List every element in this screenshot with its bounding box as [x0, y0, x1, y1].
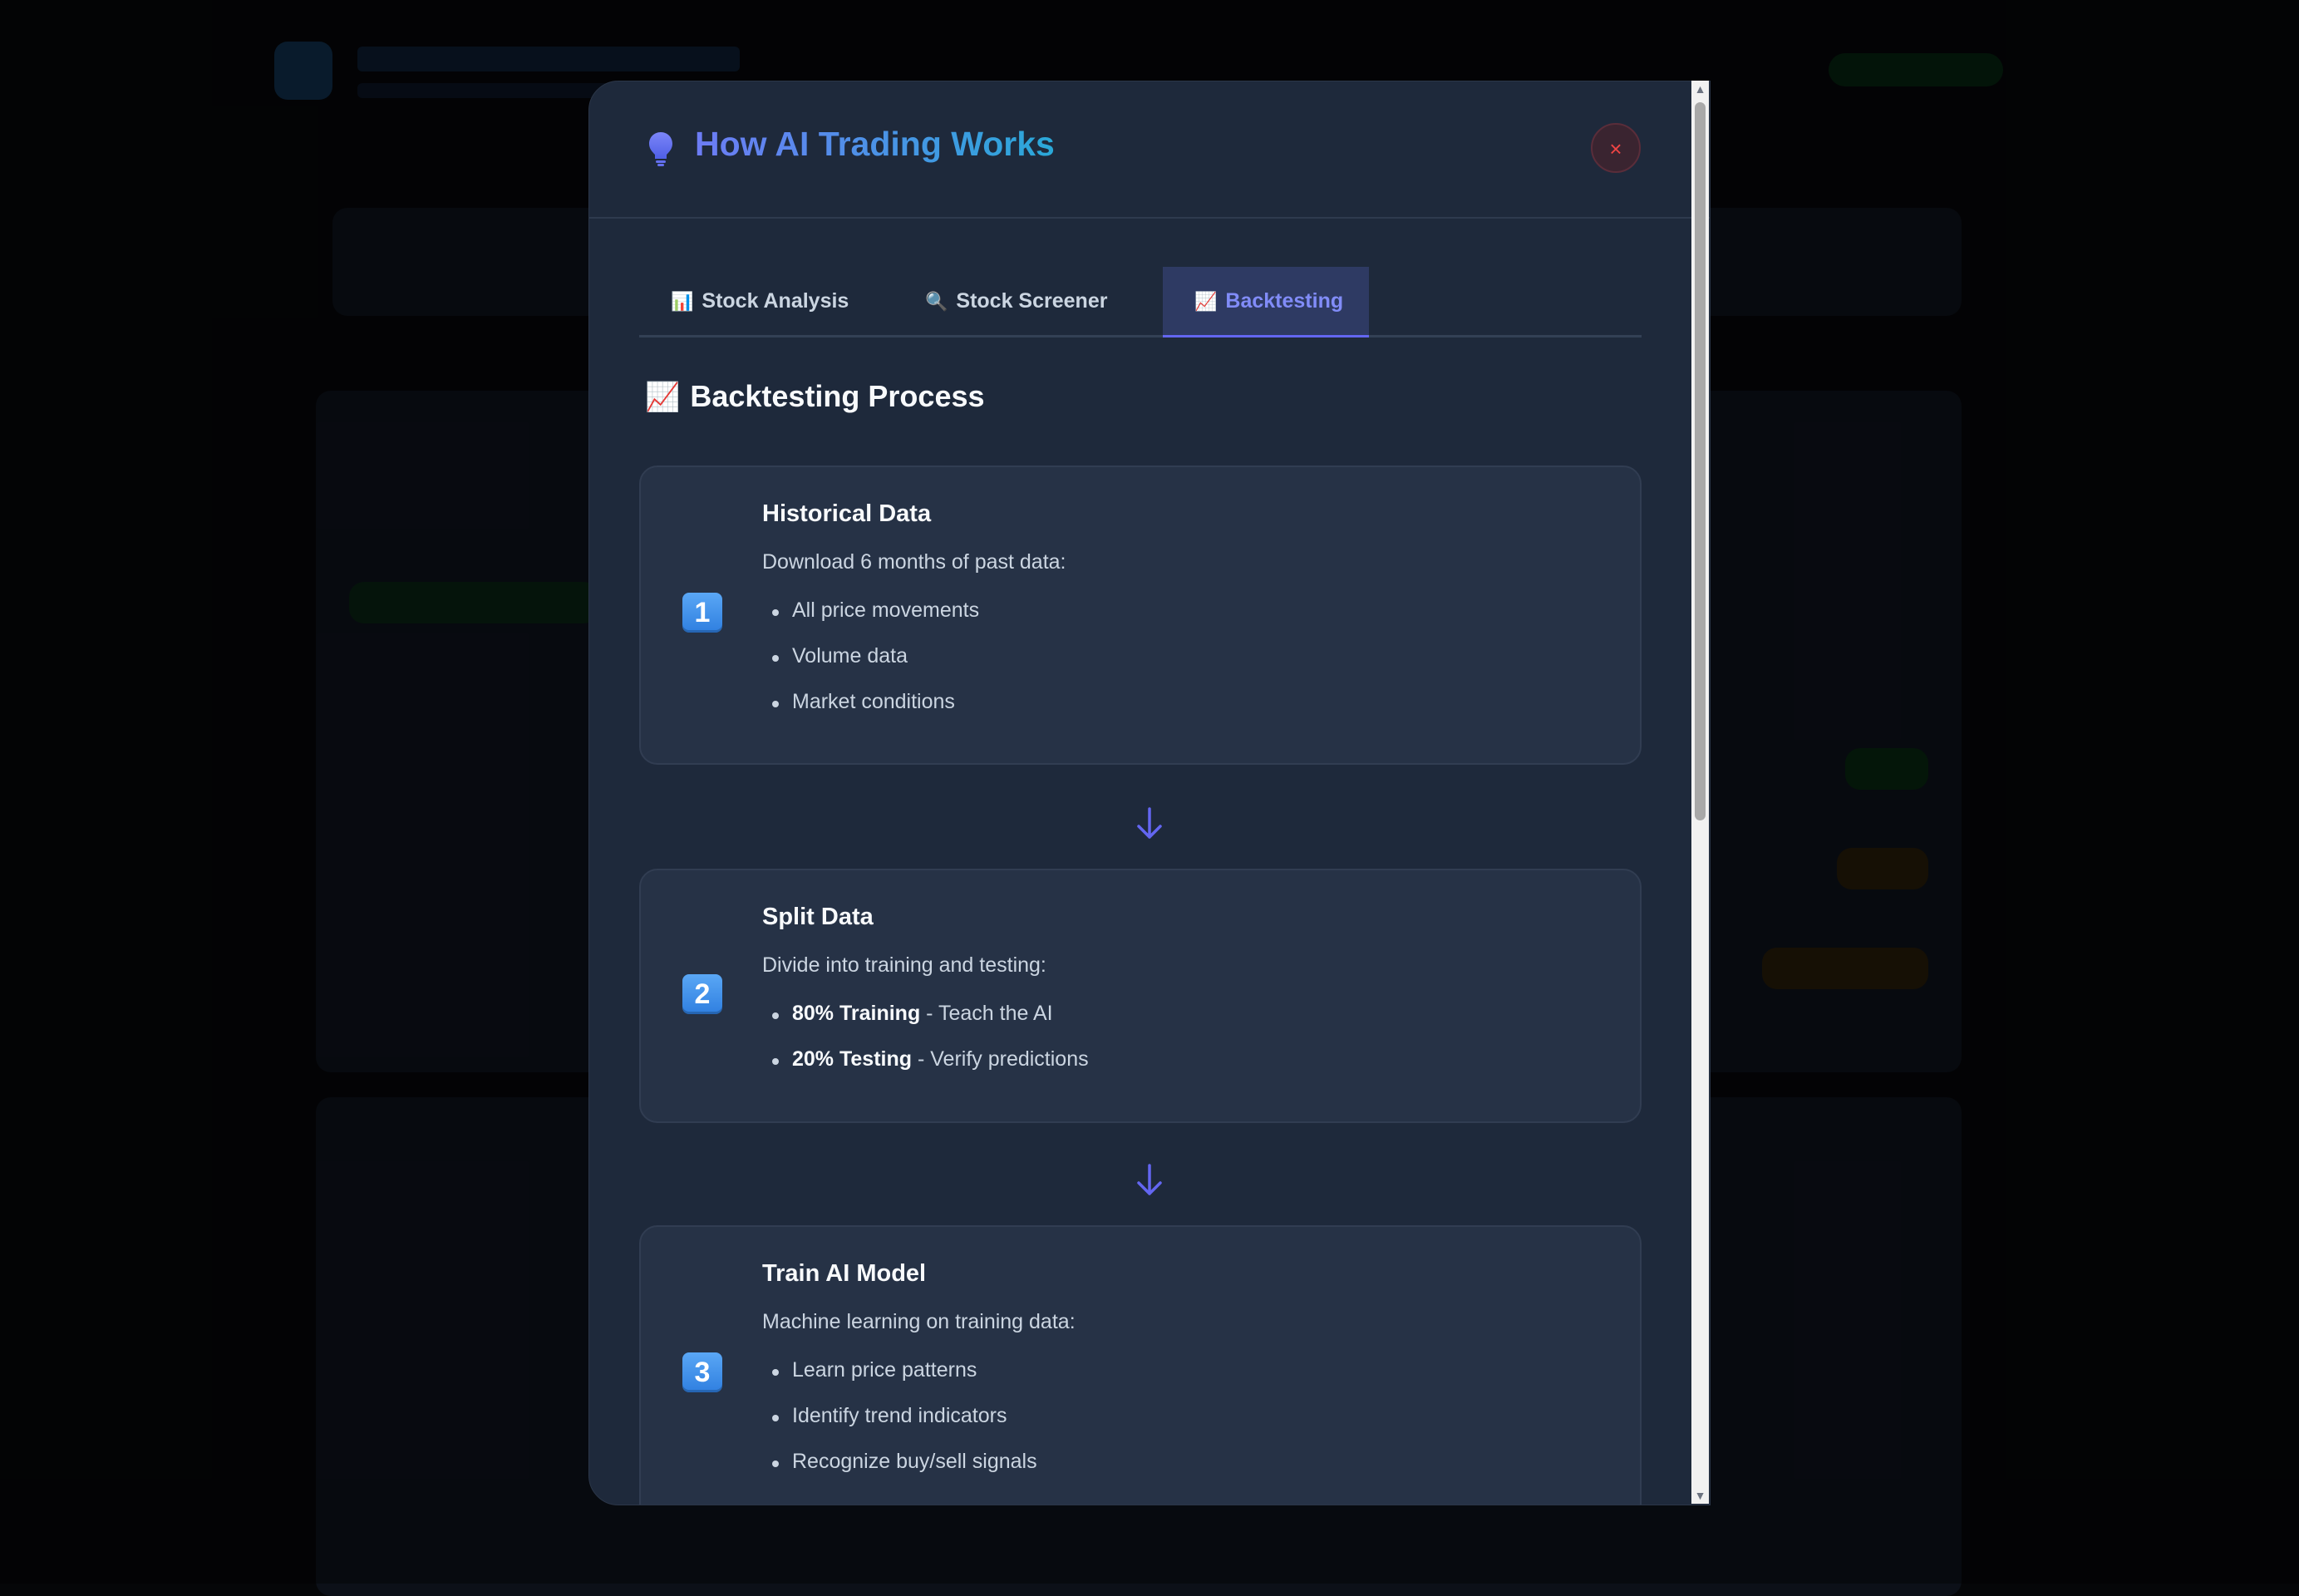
arrow-down-icon	[1137, 1164, 1162, 1195]
chart-increasing-icon: 📈	[645, 382, 681, 413]
close-button[interactable]: ×	[1591, 123, 1641, 173]
list-item: Learn price patterns	[771, 1358, 977, 1382]
list-item: Identify trend indicators	[771, 1404, 1007, 1427]
step-number-badge: 1	[682, 593, 722, 633]
step-title: Split Data	[762, 904, 874, 930]
lightbulb-icon	[649, 132, 672, 166]
scroll-down-arrow-icon[interactable]: ▼	[1691, 1487, 1709, 1504]
step-description: Download 6 months of past data:	[762, 550, 1066, 574]
list-item: 80% Training - Teach the AI	[772, 1002, 1053, 1025]
scroll-up-arrow-icon[interactable]: ▲	[1691, 81, 1709, 97]
how-it-works-modal: How AI Trading Works × 📊 Stock Analysis 🔍…	[588, 81, 1711, 1505]
tab-bar: 📊 Stock Analysis 🔍 Stock Screener 📈 Backtes…	[639, 267, 1642, 337]
magnifier-icon: 🔍	[925, 291, 948, 312]
step-number-badge: 2	[682, 974, 722, 1014]
step-description: Machine learning on training data:	[762, 1310, 1076, 1333]
step-description: Divide into training and testing:	[762, 953, 1046, 977]
chart-increasing-icon: 📈	[1194, 291, 1218, 312]
list-item: All price movements	[771, 598, 980, 622]
tab-label: Stock Analysis	[702, 289, 849, 313]
tab-backtesting[interactable]: 📈 Backtesting	[1163, 267, 1369, 337]
step-title: Train AI Model	[762, 1260, 927, 1287]
list-item: Recognize buy/sell signals	[772, 1450, 1037, 1473]
list-item: Volume data	[772, 644, 908, 667]
modal-header: How AI Trading Works ×	[589, 81, 1710, 219]
list-item: 20% Testing - Verify predictions	[772, 1047, 1089, 1071]
modal-scrollbar[interactable]: ▲ ▼	[1691, 81, 1709, 1504]
tab-label: Stock Screener	[956, 289, 1108, 313]
modal-title: How AI Trading Works	[695, 125, 1055, 163]
tab-label: Backtesting	[1225, 289, 1344, 313]
bar-chart-icon: 📊	[671, 291, 694, 312]
tab-stock-analysis[interactable]: 📊 Stock Analysis	[639, 267, 869, 335]
step-card-historical-data: 1 Historical Data Download 6 months of p…	[639, 466, 1642, 765]
step-title: Historical Data	[762, 500, 932, 527]
step-card-split-data: 2 Split Data Divide into training and te…	[639, 869, 1642, 1123]
arrow-down-icon	[1137, 807, 1162, 839]
scrollbar-thumb[interactable]	[1695, 102, 1706, 820]
step-number-badge: 3	[682, 1352, 722, 1392]
step-card-train-ai-model: 3 Train AI Model Machine learning on tra…	[639, 1225, 1642, 1505]
section-title: 📈 Backtesting Process	[645, 379, 985, 413]
tab-stock-screener[interactable]: 🔍 Stock Screener	[894, 267, 1135, 335]
list-item: Market conditions	[772, 690, 955, 713]
